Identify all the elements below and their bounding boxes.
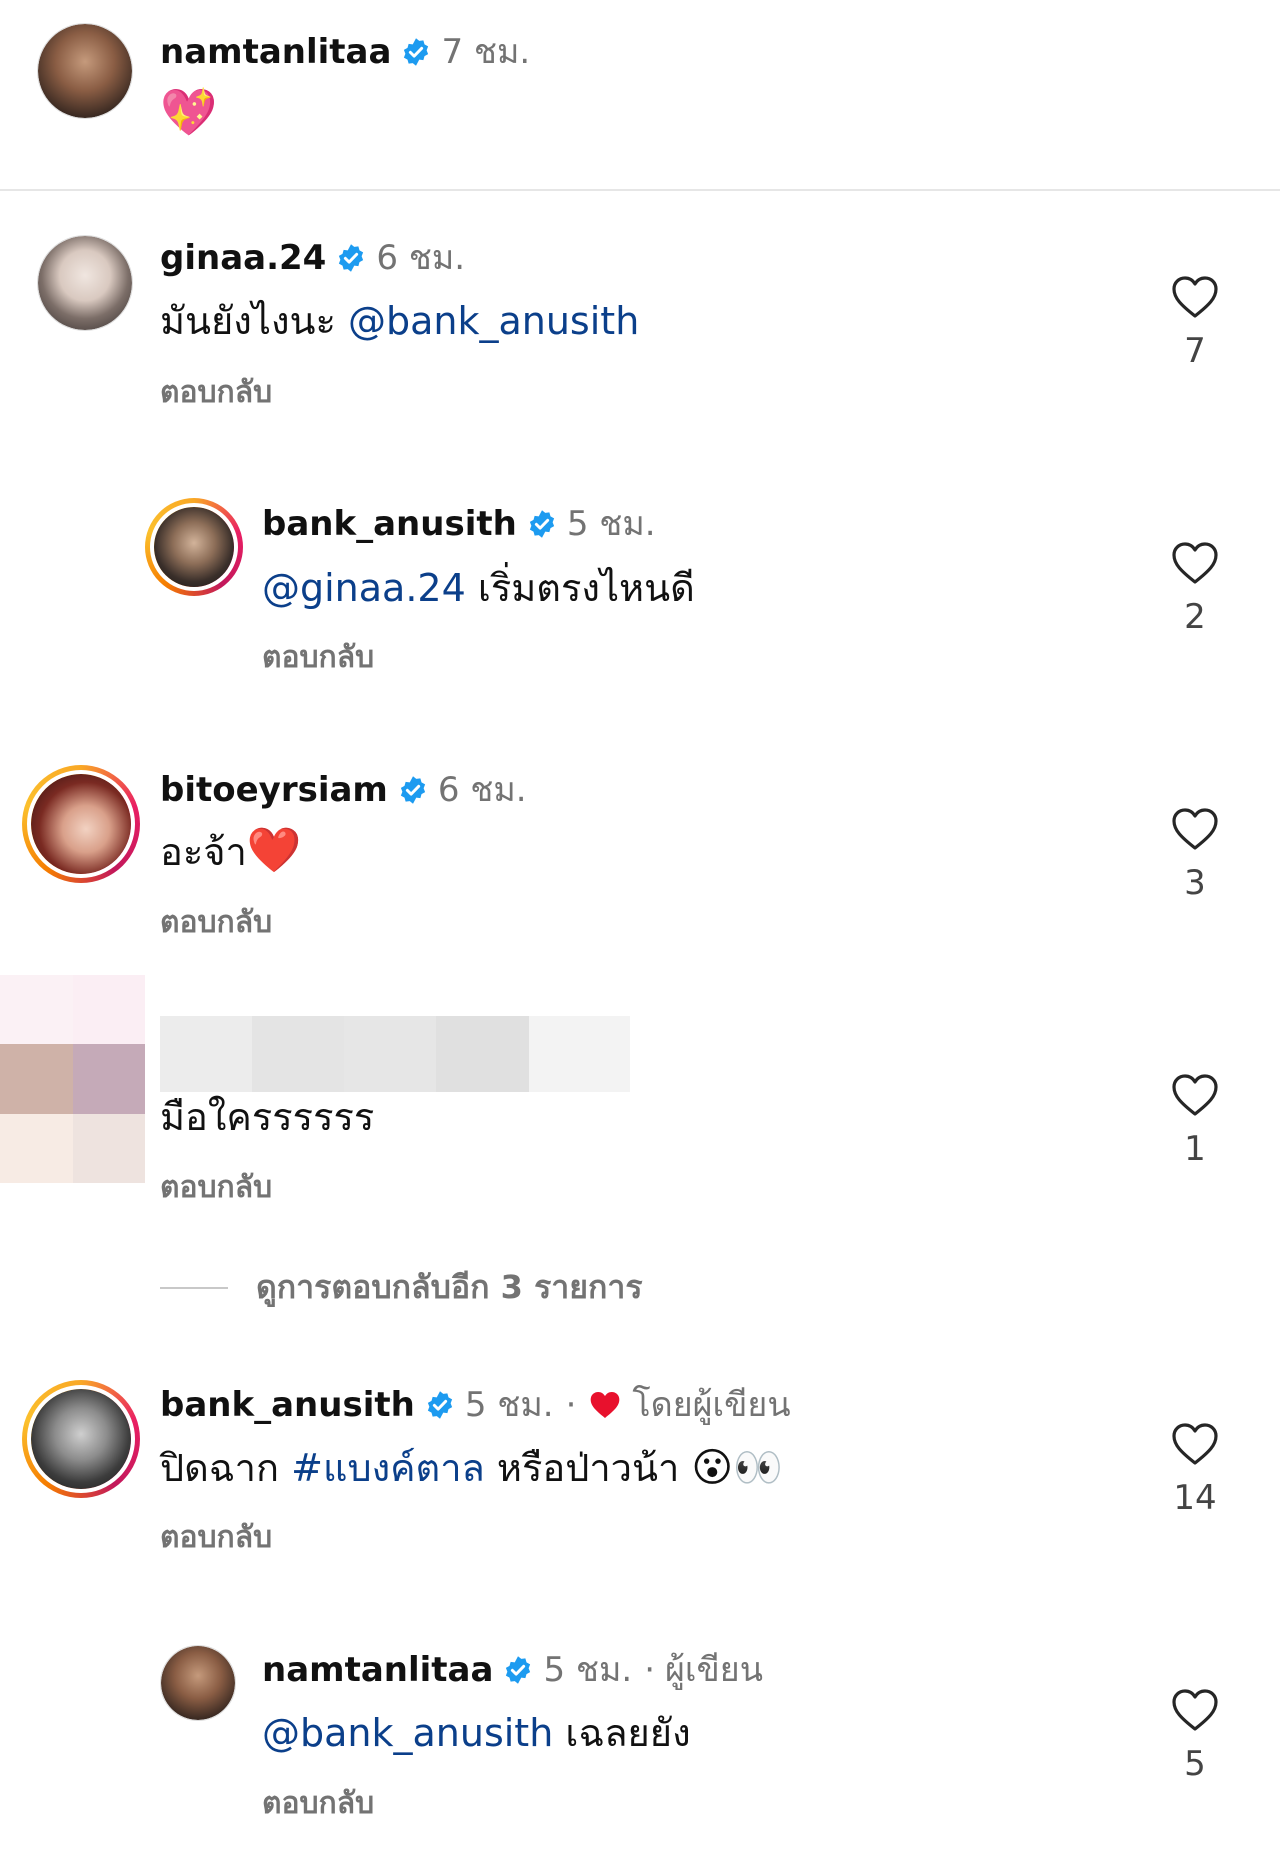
author-label: โดยผู้เขียน: [632, 1385, 791, 1425]
reply-button[interactable]: ตอบกลับ: [160, 1520, 272, 1556]
avatar[interactable]: [145, 498, 243, 596]
avatar[interactable]: [22, 765, 140, 883]
hashtag-link[interactable]: #แบงค์ตาล: [291, 1446, 485, 1490]
like-group: 7: [1170, 275, 1220, 371]
divider: [0, 189, 1280, 191]
verified-badge-icon: [339, 244, 364, 272]
timestamp: 5 ชม.: [543, 1650, 633, 1690]
like-group: 2: [1170, 541, 1220, 637]
like-group: 1: [1170, 1073, 1220, 1169]
username[interactable]: bitoeyrsiam: [160, 770, 388, 810]
separator: ·: [565, 1385, 577, 1425]
comment-header: namtanlitaa 5 ชม. · ผู้เขียน: [262, 1650, 763, 1690]
comment-text-body: มันยังไงนะ: [160, 299, 348, 343]
comment-text: อะจ้า❤️: [160, 828, 302, 875]
comment-header: bank_anusith 5 ชม. · โดยผู้เขียน: [160, 1385, 791, 1425]
verified-badge-icon: [400, 776, 425, 804]
username[interactable]: bank_anusith: [262, 504, 517, 544]
timestamp: 6 ชม.: [376, 238, 466, 278]
blurred-username: [160, 1016, 630, 1092]
timestamp: 7 ชม.: [441, 32, 531, 72]
separator: ·: [644, 1650, 655, 1690]
reply-button[interactable]: ตอบกลับ: [262, 640, 374, 676]
username[interactable]: namtanlitaa: [160, 32, 391, 72]
like-count: 2: [1184, 597, 1206, 637]
view-more-replies-button[interactable]: ดูการตอบกลับอีก 3 รายการ: [160, 1262, 643, 1313]
author-meta: · ผู้เขียน: [644, 1650, 763, 1690]
blurred-avatar: [0, 975, 145, 1183]
verified-badge-icon: [427, 1391, 452, 1419]
view-more-label: ดูการตอบกลับอีก 3 รายการ: [256, 1268, 643, 1306]
verified-badge-icon: [529, 510, 554, 538]
timestamp: 5 ชม.: [464, 1385, 554, 1425]
comment-text-body: ปิดฉาก: [160, 1446, 292, 1490]
emoji: 😮👀: [691, 1445, 783, 1491]
caption-emoji: 💖: [160, 85, 218, 139]
mention-link[interactable]: @ginaa.24: [262, 566, 466, 610]
comment-header: bitoeyrsiam 6 ชม.: [160, 770, 527, 810]
like-count: 1: [1184, 1129, 1206, 1169]
comment-text-suffix: หรือป่าวน้า: [484, 1446, 680, 1490]
reply-button[interactable]: ตอบกลับ: [160, 1170, 272, 1206]
like-group: 5: [1170, 1688, 1220, 1784]
like-count: 7: [1184, 331, 1206, 371]
heart-filled-icon: [591, 1392, 620, 1418]
username[interactable]: namtanlitaa: [262, 1650, 493, 1690]
heart-outline-icon[interactable]: [1171, 1688, 1219, 1732]
verified-badge-icon: [404, 38, 429, 66]
comment-text-body: เฉลยยัง: [553, 1711, 691, 1755]
comment-header: bank_anusith 5 ชม.: [262, 504, 656, 544]
mention-link[interactable]: @bank_anusith: [348, 299, 639, 343]
like-group: 14: [1170, 1422, 1220, 1518]
reply-button[interactable]: ตอบกลับ: [262, 1786, 374, 1822]
author-liked-meta: · โดยผู้เขียน: [566, 1385, 791, 1425]
like-count: 5: [1184, 1744, 1206, 1784]
reply-button[interactable]: ตอบกลับ: [160, 905, 272, 941]
heart-outline-icon[interactable]: [1171, 807, 1219, 851]
comment-text: ปิดฉาก #แบงค์ตาล หรือป่าวน้า 😮👀: [160, 1445, 783, 1491]
comment-text: @bank_anusith เฉลยยัง: [262, 1710, 691, 1756]
avatar[interactable]: [37, 23, 133, 119]
heart-outline-icon[interactable]: [1171, 275, 1219, 319]
avatar[interactable]: [22, 1380, 140, 1498]
comment-text-body: อะจ้า: [160, 830, 247, 874]
timestamp: 6 ชม.: [437, 770, 527, 810]
like-count: 3: [1184, 863, 1206, 903]
author-label: ผู้เขียน: [665, 1650, 763, 1690]
username[interactable]: ginaa.24: [160, 238, 326, 278]
avatar[interactable]: [37, 235, 133, 331]
divider-line: [160, 1286, 228, 1289]
like-count: 14: [1173, 1478, 1217, 1518]
comment-text: @ginaa.24 เริ่มตรงไหนดี: [262, 565, 695, 611]
caption-header: namtanlitaa 7 ชม.: [160, 32, 530, 72]
heart-emoji: ❤️: [246, 825, 302, 876]
comment-text: มันยังไงนะ @bank_anusith: [160, 298, 639, 344]
username[interactable]: bank_anusith: [160, 1385, 415, 1425]
avatar[interactable]: [160, 1645, 236, 1721]
reply-button[interactable]: ตอบกลับ: [160, 375, 272, 411]
heart-outline-icon[interactable]: [1171, 1422, 1219, 1466]
like-group: 3: [1170, 807, 1220, 903]
comment-header: ginaa.24 6 ชม.: [160, 238, 465, 278]
verified-badge-icon: [506, 1656, 531, 1684]
comment-text: มือใครรรรรร: [160, 1095, 375, 1139]
post-caption: namtanlitaa 7 ชม. 💖: [0, 0, 1280, 190]
comment-text-body: เริ่มตรงไหนดี: [465, 566, 695, 610]
timestamp: 5 ชม.: [566, 504, 656, 544]
heart-outline-icon[interactable]: [1171, 541, 1219, 585]
mention-link[interactable]: @bank_anusith: [262, 1711, 553, 1755]
heart-outline-icon[interactable]: [1171, 1073, 1219, 1117]
